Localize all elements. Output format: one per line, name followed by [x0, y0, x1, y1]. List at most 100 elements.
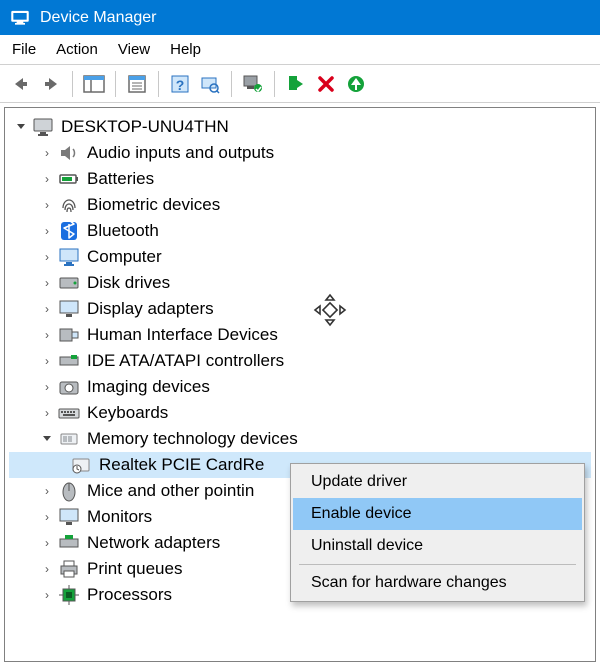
nav-back-button[interactable]	[8, 71, 34, 97]
tree-node-computer[interactable]: › Computer	[9, 244, 591, 270]
expand-arrow-icon[interactable]	[13, 114, 29, 140]
menu-view[interactable]: View	[118, 41, 150, 58]
enable-device-icon	[286, 74, 306, 94]
arrow-right-icon	[41, 74, 61, 94]
toolbar-separator	[231, 71, 232, 97]
toolbar-separator	[72, 71, 73, 97]
disk-icon	[57, 271, 81, 295]
tree-node-audio[interactable]: › Audio inputs and outputs	[9, 140, 591, 166]
scan-hardware-button[interactable]	[197, 71, 223, 97]
tree-pane-icon	[83, 74, 105, 94]
tree-node-label: Mice and other pointin	[87, 478, 254, 504]
tree-node-label: Print queues	[87, 556, 182, 582]
help-icon: ?	[170, 74, 190, 94]
update-driver-icon	[242, 74, 264, 94]
titlebar: Device Manager	[0, 0, 600, 35]
help-button[interactable]: ?	[167, 71, 193, 97]
tree-node-label: Audio inputs and outputs	[87, 140, 274, 166]
collapse-arrow-icon[interactable]: ›	[39, 218, 55, 244]
collapse-arrow-icon[interactable]: ›	[39, 478, 55, 504]
collapse-arrow-icon[interactable]: ›	[39, 140, 55, 166]
keyboard-icon	[57, 401, 81, 425]
mouse-icon	[57, 479, 81, 503]
tree-node-batteries[interactable]: › Batteries	[9, 166, 591, 192]
collapse-arrow-icon[interactable]: ›	[39, 270, 55, 296]
tree-root[interactable]: DESKTOP-UNU4THN	[9, 114, 591, 140]
menu-action[interactable]: Action	[56, 41, 98, 58]
svg-text:?: ?	[176, 77, 185, 93]
tree-node-imaging[interactable]: › Imaging devices	[9, 374, 591, 400]
fingerprint-icon	[57, 193, 81, 217]
ctx-separator	[299, 564, 576, 565]
properties-button[interactable]	[124, 71, 150, 97]
update-driver-button[interactable]	[240, 71, 266, 97]
collapse-arrow-icon[interactable]: ›	[39, 166, 55, 192]
tree-node-hid[interactable]: › Human Interface Devices	[9, 322, 591, 348]
tree-leaf-label: Realtek PCIE CardRe	[99, 452, 264, 478]
ctx-scan-hardware[interactable]: Scan for hardware changes	[293, 567, 582, 599]
collapse-arrow-icon[interactable]: ›	[39, 348, 55, 374]
tree-node-label: Human Interface Devices	[87, 322, 278, 348]
tree-node-label: Disk drives	[87, 270, 170, 296]
collapse-arrow-icon[interactable]: ›	[39, 322, 55, 348]
toolbar: ?	[0, 65, 600, 103]
tree-node-label: Imaging devices	[87, 374, 210, 400]
ctx-update-driver[interactable]: Update driver	[293, 466, 582, 498]
collapse-arrow-icon[interactable]: ›	[39, 374, 55, 400]
collapse-arrow-icon[interactable]: ›	[39, 296, 55, 322]
arrow-left-icon	[11, 74, 31, 94]
nav-forward-button[interactable]	[38, 71, 64, 97]
collapse-arrow-icon[interactable]: ›	[39, 582, 55, 608]
expand-arrow-icon[interactable]	[39, 426, 55, 452]
menu-help[interactable]: Help	[170, 41, 201, 58]
hid-icon	[57, 323, 81, 347]
toolbar-separator	[115, 71, 116, 97]
ctx-uninstall-device[interactable]: Uninstall device	[293, 530, 582, 562]
printer-icon	[57, 557, 81, 581]
tree-node-label: Display adapters	[87, 296, 214, 322]
tree-node-ide[interactable]: › IDE ATA/ATAPI controllers	[9, 348, 591, 374]
tree-node-label: Biometric devices	[87, 192, 220, 218]
tree-node-label: Computer	[87, 244, 162, 270]
tree-root-label: DESKTOP-UNU4THN	[61, 114, 229, 140]
window-title: Device Manager	[40, 9, 157, 27]
collapse-arrow-icon[interactable]: ›	[39, 244, 55, 270]
cardreader-icon	[69, 453, 93, 477]
network-icon	[57, 531, 81, 555]
speaker-icon	[57, 141, 81, 165]
tree-node-label: Monitors	[87, 504, 152, 530]
enable-device-button[interactable]	[283, 71, 309, 97]
bluetooth-icon	[57, 219, 81, 243]
tree-node-label: IDE ATA/ATAPI controllers	[87, 348, 284, 374]
show-hide-tree-button[interactable]	[81, 71, 107, 97]
collapse-arrow-icon[interactable]: ›	[39, 530, 55, 556]
collapse-arrow-icon[interactable]: ›	[39, 192, 55, 218]
tree-node-label: Network adapters	[87, 530, 220, 556]
collapse-arrow-icon[interactable]: ›	[39, 504, 55, 530]
tree-node-memory[interactable]: Memory technology devices	[9, 426, 591, 452]
tree-node-bluetooth[interactable]: › Bluetooth	[9, 218, 591, 244]
menubar: File Action View Help	[0, 35, 600, 65]
collapse-arrow-icon[interactable]: ›	[39, 556, 55, 582]
menu-file[interactable]: File	[12, 41, 36, 58]
install-legacy-button[interactable]	[343, 71, 369, 97]
context-menu: Update driver Enable device Uninstall de…	[290, 463, 585, 602]
tree-node-label: Batteries	[87, 166, 154, 192]
toolbar-separator	[158, 71, 159, 97]
tree-node-label: Processors	[87, 582, 172, 608]
monitor-icon	[57, 297, 81, 321]
tree-node-label: Memory technology devices	[87, 426, 298, 452]
uninstall-device-button[interactable]	[313, 71, 339, 97]
scan-hardware-icon	[200, 74, 220, 94]
device-tree-pane: DESKTOP-UNU4THN › Audio inputs and outpu…	[4, 107, 596, 662]
tree-node-diskdrives[interactable]: › Disk drives	[9, 270, 591, 296]
tree-node-keyboards[interactable]: › Keyboards	[9, 400, 591, 426]
properties-icon	[127, 74, 147, 94]
collapse-arrow-icon[interactable]: ›	[39, 400, 55, 426]
toolbar-separator	[274, 71, 275, 97]
ctx-enable-device[interactable]: Enable device	[293, 498, 582, 530]
arrow-up-circle-icon	[346, 74, 366, 94]
desktop-icon	[57, 245, 81, 269]
tree-node-display[interactable]: › Display adapters	[9, 296, 591, 322]
tree-node-biometric[interactable]: › Biometric devices	[9, 192, 591, 218]
